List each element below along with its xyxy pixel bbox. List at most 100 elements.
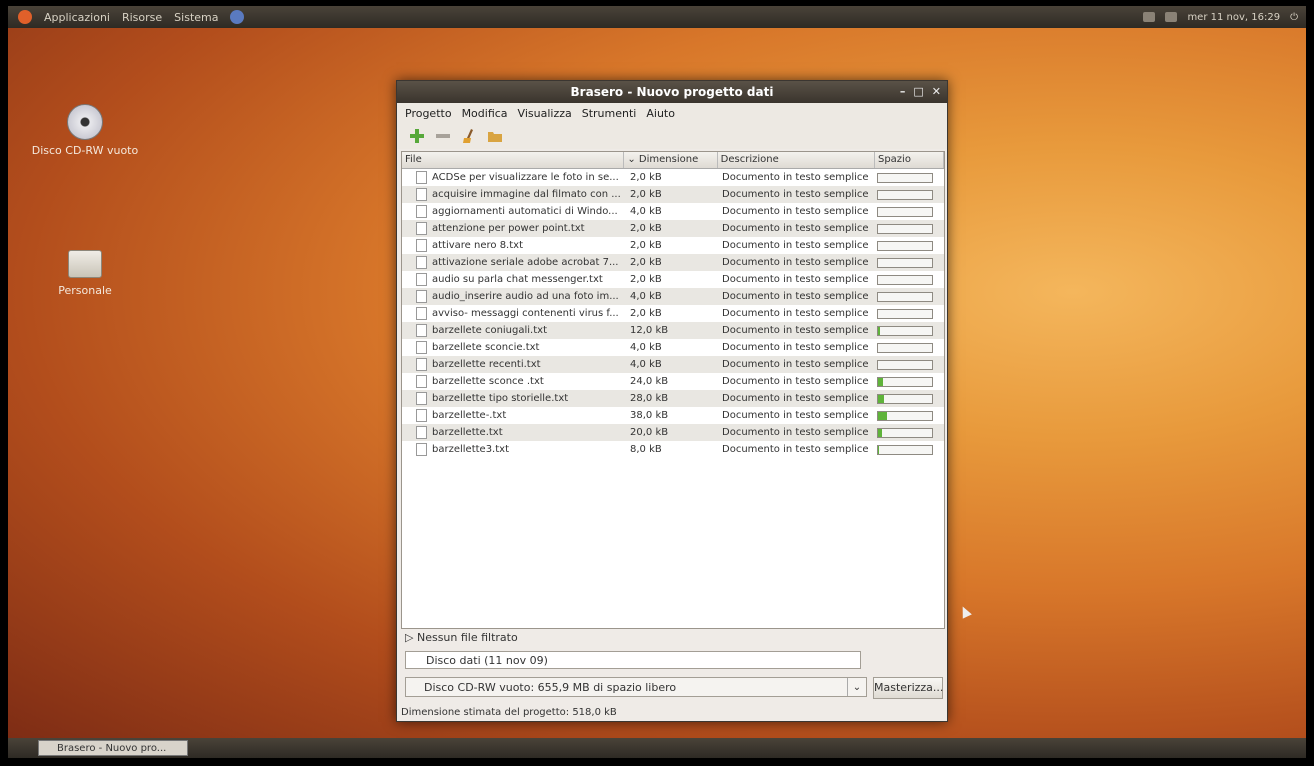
top-panel: Applicazioni Risorse Sistema mer 11 nov,…	[8, 6, 1306, 28]
mouse-pointer-icon	[958, 604, 972, 619]
file-name-cell: ACDSe per visualizzare le foto in se...	[402, 171, 627, 184]
desktop-icon-personale[interactable]: Personale	[30, 250, 140, 297]
table-row[interactable]: avviso- messaggi contenenti virus f... 2,…	[402, 305, 944, 322]
column-spazio[interactable]: Spazio	[875, 152, 944, 168]
file-name: aggiornamenti automatici di Windo...	[432, 206, 618, 217]
file-name: attenzione per power point.txt	[432, 223, 585, 234]
space-cell	[877, 189, 944, 200]
cd-rw-icon	[67, 104, 103, 140]
network-icon[interactable]	[1143, 12, 1156, 22]
text-file-icon	[416, 358, 427, 371]
table-row[interactable]: barzellette3.txt 8,0 kB Documento in testo…	[402, 441, 944, 458]
file-name-cell: barzellette-.txt	[402, 409, 627, 422]
space-bar	[877, 427, 933, 438]
space-cell	[877, 427, 944, 438]
column-descrizione[interactable]: Descrizione	[718, 152, 875, 168]
browser-launcher-icon[interactable]	[230, 10, 245, 24]
table-row[interactable]: barzellette recenti.txt 4,0 kB Documento i…	[402, 356, 944, 373]
file-name: acquisire immagine dal filmato con ...	[432, 189, 621, 200]
space-cell	[877, 444, 944, 455]
add-icon[interactable]	[409, 128, 425, 144]
table-row[interactable]: audio su parla chat messenger.txt 2,0 kB D…	[402, 271, 944, 288]
space-cell	[877, 291, 944, 302]
table-row[interactable]: barzellete coniugali.txt 12,0 kB Documento…	[402, 322, 944, 339]
table-row[interactable]: aggiornamenti automatici di Windo... 4,0 …	[402, 203, 944, 220]
folder-icon[interactable]	[487, 128, 503, 144]
space-bar	[877, 291, 933, 302]
table-row[interactable]: barzellette tipo storielle.txt 28,0 kB Doc…	[402, 390, 944, 407]
file-description: Documento in testo semplice	[722, 410, 869, 421]
table-row[interactable]: attivare nero 8.txt 2,0 kB Documento in te…	[402, 237, 944, 254]
space-bar	[877, 359, 933, 370]
file-name: barzellete coniugali.txt	[432, 325, 547, 336]
menu-modifica[interactable]: Modifica	[462, 107, 508, 120]
text-file-icon	[416, 341, 427, 354]
file-name: barzellette sconce .txt	[432, 376, 544, 387]
minimize-icon[interactable]: –	[900, 81, 906, 103]
clear-icon[interactable]	[461, 128, 477, 144]
column-dimensione[interactable]: ⌄ Dimensione	[624, 152, 718, 168]
menu-strumenti[interactable]: Strumenti	[582, 107, 637, 120]
menu-progetto[interactable]: Progetto	[405, 107, 452, 120]
file-name-cell: aggiornamenti automatici di Windo...	[402, 205, 627, 218]
space-cell	[877, 274, 944, 285]
column-file[interactable]: File	[402, 152, 625, 168]
maximize-icon[interactable]: □	[913, 81, 923, 103]
space-bar-fill	[878, 445, 880, 454]
disc-select-value: Disco CD-RW vuoto: 655,9 MB di spazio li…	[424, 681, 677, 694]
table-row[interactable]: barzellete sconcie.txt 4,0 kB Documento in…	[402, 339, 944, 356]
close-icon[interactable]: ✕	[932, 81, 941, 103]
space-bar	[877, 308, 933, 319]
space-bar	[877, 274, 933, 285]
remove-icon[interactable]	[435, 128, 451, 144]
menu-sistema[interactable]: Sistema	[174, 11, 218, 24]
table-row[interactable]: attenzione per power point.txt 2,0 kB Docu…	[402, 220, 944, 237]
text-file-icon	[416, 375, 427, 388]
file-size: 28,0 kB	[630, 393, 669, 404]
file-name-cell: acquisire immagine dal filmato con ...	[402, 188, 627, 201]
menu-risorse[interactable]: Risorse	[122, 11, 162, 24]
menu-applicazioni[interactable]: Applicazioni	[44, 11, 110, 24]
file-name: attivazione seriale adobe acrobat 7...	[432, 257, 619, 268]
file-name: barzellete sconcie.txt	[432, 342, 540, 353]
clock[interactable]: mer 11 nov, 16:29	[1187, 12, 1280, 23]
desktop: Applicazioni Risorse Sistema mer 11 nov,…	[8, 6, 1306, 758]
menu-aiuto[interactable]: Aiuto	[646, 107, 675, 120]
space-cell	[877, 308, 944, 319]
text-file-icon	[416, 256, 427, 269]
table-row[interactable]: barzellette-.txt 38,0 kB Documento in test…	[402, 407, 944, 424]
table-row[interactable]: attivazione seriale adobe acrobat 7... 2,…	[402, 254, 944, 271]
text-file-icon	[416, 171, 427, 184]
desktop-icon-cdrw[interactable]: Disco CD-RW vuoto	[30, 104, 140, 157]
filter-expander[interactable]: ▷ Nessun file filtrato	[405, 631, 518, 644]
file-size: 4,0 kB	[630, 342, 662, 353]
power-icon[interactable]: ⏻	[1290, 12, 1298, 23]
chevron-down-icon[interactable]: ⌄	[847, 678, 866, 696]
disc-name-field[interactable]: Disco dati (11 nov 09)	[405, 651, 861, 669]
file-name: barzellette.txt	[432, 427, 503, 438]
file-table: File ⌄ Dimensione Descrizione Spazio ACD…	[401, 151, 945, 629]
text-file-icon	[416, 188, 427, 201]
file-name: barzellette3.txt	[432, 444, 509, 455]
sort-down-icon: ⌄	[627, 154, 639, 165]
table-row[interactable]: acquisire immagine dal filmato con ... 2,…	[402, 186, 944, 203]
taskbar-brasero-button[interactable]: Brasero - Nuovo pro...	[38, 740, 188, 756]
volume-icon[interactable]	[1165, 12, 1178, 22]
burn-button[interactable]: Masterizza...	[873, 677, 943, 699]
disc-select[interactable]: Disco CD-RW vuoto: 655,9 MB di spazio li…	[405, 677, 867, 697]
table-row[interactable]: barzellette sconce .txt 24,0 kB Documento …	[402, 373, 944, 390]
file-name-cell: avviso- messaggi contenenti virus f...	[402, 307, 627, 320]
text-file-icon	[416, 426, 427, 439]
space-bar	[877, 342, 933, 353]
file-name: avviso- messaggi contenenti virus f...	[432, 308, 619, 319]
menu-visualizza[interactable]: Visualizza	[518, 107, 572, 120]
file-name-cell: attenzione per power point.txt	[402, 222, 627, 235]
table-row[interactable]: barzellette.txt 20,0 kB Documento in testo…	[402, 424, 944, 441]
window-titlebar[interactable]: Brasero - Nuovo progetto dati – □ ✕	[397, 81, 947, 103]
ubuntu-logo-icon[interactable]	[18, 10, 32, 24]
space-bar-fill	[878, 394, 884, 403]
table-row[interactable]: audio_inserire audio ad una foto im... 4,…	[402, 288, 944, 305]
space-bar	[877, 189, 933, 200]
table-row[interactable]: ACDSe per visualizzare le foto in se... 2…	[402, 169, 944, 186]
file-name: barzellette-.txt	[432, 410, 507, 421]
